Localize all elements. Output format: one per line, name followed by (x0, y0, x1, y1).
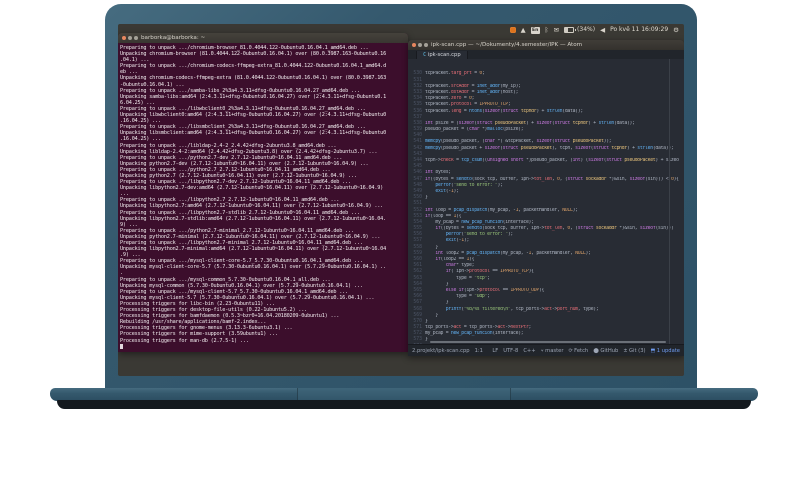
status-encoding[interactable]: UTF-8 (503, 348, 518, 354)
terminal-line: Unpacking libsmbclient:amd64 (2:4.3.11+d… (120, 130, 387, 137)
status-bar: 2.projekt/ipk-scan.cpp 1:1 LF UTF-8 C++ … (408, 344, 684, 356)
status-update-badge[interactable]: ⬒ 1 update (651, 348, 680, 354)
terminal-titlebar[interactable]: barborka@barborka: ~ (118, 33, 408, 43)
status-fetch[interactable]: ⟳ Fetch (568, 348, 588, 354)
tab-bar: C ipk-scan.cpp (408, 50, 684, 59)
atom-window: ipk-scan.cpp — ~/Dokumenty/4.semester/IP… (408, 40, 684, 356)
battery-icon-nub (575, 29, 577, 31)
terminal-output[interactable]: Preparing to unpack .../chromium-browser… (118, 43, 408, 356)
clock[interactable]: Po kvě 11 16:09:29 (610, 25, 668, 35)
close-icon[interactable] (122, 36, 126, 40)
editor-lines: 530 tcpPacket.targ_prt = 0; 531 532 tcpPacke… (408, 71, 684, 344)
session-gear-icon[interactable]: ⚙ (673, 25, 679, 35)
wrap-guide (669, 59, 670, 344)
minimize-icon[interactable] (418, 43, 422, 47)
terminal-line: Unpacking libwbclient0:amd64 (2:4.3.11+d… (120, 112, 387, 119)
github-icon: ⬤ (593, 347, 599, 354)
mail-icon[interactable]: ✉ (554, 25, 559, 35)
keyboard-layout-indicator[interactable]: En (530, 26, 540, 34)
terminal-line: Unpacking samba-libs:amd64 (2:4.3.11+dfs… (120, 93, 387, 100)
system-tray: ▲ En ᛒ ✉ (34%) ◀ Po kvě 11 16:09:29 ⚙ (509, 25, 679, 35)
laptop-base-notch (297, 388, 511, 400)
terminal-cursor-line (120, 343, 406, 350)
terminal-line: Unpacking python2.7-dev (2.7.12-1ubuntu0… (120, 160, 369, 167)
battery-indicator[interactable]: (34%) (564, 25, 595, 35)
tab-ipk-scan[interactable]: C ipk-scan.cpp (416, 51, 468, 59)
atom-titlebar[interactable]: ipk-scan.cpp — ~/Dokumenty/4.semester/IP… (408, 40, 684, 50)
minimize-icon[interactable] (128, 36, 132, 40)
status-github[interactable]: ⬤ GitHub (593, 348, 618, 354)
terminal-line: Unpacking libpython2.7:amd64 (2.7.12-1ub… (120, 203, 384, 210)
laptop-mockup: ▲ En ᛒ ✉ (34%) ◀ Po kvě 11 16:09:29 ⚙ ba… (0, 0, 800, 477)
desktop: ▲ En ᛒ ✉ (34%) ◀ Po kvě 11 16:09:29 ⚙ ba… (118, 24, 684, 376)
code-editor[interactable]: 530 tcpPacket.targ_prt = 0; 531 532 tcpPacke… (408, 59, 684, 344)
horizontal-scrollbar[interactable] (430, 341, 666, 343)
status-file-path[interactable]: 2.projekt/ipk-scan.cpp (412, 348, 470, 354)
sync-icon: ⟳ (568, 347, 573, 354)
close-icon[interactable] (412, 43, 416, 47)
app-indicator-icon[interactable] (509, 27, 516, 33)
atom-title: ipk-scan.cpp — ~/Dokumenty/4.semester/IP… (431, 42, 583, 48)
terminal-line: Unpacking libldap-2.4-2:amd64 (2.4.42+df… (120, 148, 378, 155)
git-diff-icon: ± (623, 347, 628, 354)
terminal-line: Unpacking chromium-codecs-ffmpeg-extra (… (120, 75, 387, 82)
window-controls (412, 43, 428, 47)
window-controls (122, 36, 138, 40)
terminal-line: Preparing to unpack .../chromium-codecs-… (120, 63, 387, 70)
status-git-changes[interactable]: ± Git (3) (623, 348, 645, 354)
terminal-cursor (120, 343, 123, 349)
terminal-line: Unpacking chromium-browser (81.0.4044.12… (120, 51, 387, 58)
maximize-icon[interactable] (134, 36, 138, 40)
git-branch-icon: ⑂ (540, 347, 544, 354)
battery-icon (564, 27, 575, 33)
status-language[interactable]: C++ (523, 348, 535, 354)
bluetooth-icon[interactable]: ᛒ (545, 25, 549, 35)
cpp-file-icon: C (423, 52, 426, 58)
network-icon[interactable]: ▲ (521, 25, 526, 35)
status-cursor-position[interactable]: 1:1 (475, 348, 483, 354)
tab-label: ipk-scan.cpp (427, 52, 461, 58)
terminal-line: Unpacking libpython2.7-dev:amd64 (2.7.12… (120, 185, 384, 192)
laptop-base-edge (57, 400, 751, 409)
terminal-line: Unpacking libpython2.7-minimal:amd64 (2.… (120, 246, 387, 253)
terminal-title: barborka@barborka: ~ (141, 35, 206, 41)
status-line-ending[interactable]: LF (492, 348, 498, 354)
terminal-line: Unpacking mysql-client-core-5.7 (5.7.30-… (120, 264, 387, 271)
battery-percentage: (34%) (577, 26, 596, 33)
package-icon: ⬒ (650, 347, 656, 354)
status-git-branch[interactable]: ⑂ master (541, 348, 564, 354)
terminal-window: barborka@barborka: ~ Preparing to unpack… (118, 33, 408, 352)
volume-icon[interactable]: ◀ (600, 25, 605, 35)
maximize-icon[interactable] (424, 43, 428, 47)
terminal-line: Unpacking libpython2.7-stdlib:amd64 (2.7… (120, 215, 387, 222)
